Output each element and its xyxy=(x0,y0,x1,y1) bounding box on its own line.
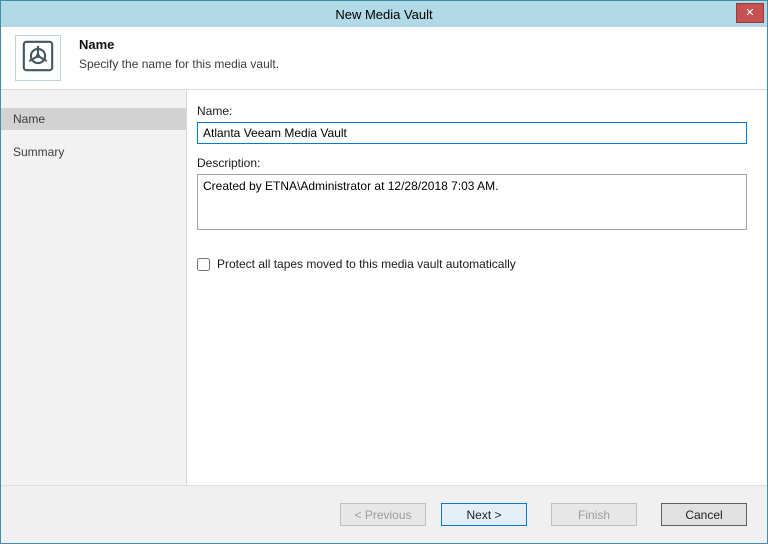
header-text: Name Specify the name for this media vau… xyxy=(79,35,279,71)
next-button[interactable]: Next > xyxy=(441,503,527,526)
sidebar-item-name[interactable]: Name xyxy=(1,108,186,130)
wizard-content: Name: Description: Created by ETNA\Admin… xyxy=(187,90,767,485)
cancel-button[interactable]: Cancel xyxy=(661,503,747,526)
previous-button[interactable]: < Previous xyxy=(340,503,426,526)
wizard-footer: < Previous Next > Finish Cancel xyxy=(1,485,767,543)
description-textarea[interactable]: Created by ETNA\Administrator at 12/28/2… xyxy=(197,174,747,230)
name-label: Name: xyxy=(197,104,747,118)
finish-button[interactable]: Finish xyxy=(551,503,637,526)
wizard-body: Name Summary Name: Description: Created … xyxy=(1,90,767,485)
protect-tapes-row: Protect all tapes moved to this media va… xyxy=(197,257,747,271)
page-title: Name xyxy=(79,37,279,52)
wizard-header: Name Specify the name for this media vau… xyxy=(1,27,767,97)
description-label: Description: xyxy=(197,156,747,170)
close-icon: ✕ xyxy=(745,8,754,19)
close-button[interactable]: ✕ xyxy=(736,3,764,23)
media-vault-icon xyxy=(18,36,58,81)
sidebar-item-summary[interactable]: Summary xyxy=(1,141,186,163)
wizard-steps-sidebar: Name Summary xyxy=(1,90,187,485)
title-bar: New Media Vault ✕ xyxy=(1,1,767,27)
window-title: New Media Vault xyxy=(335,7,432,22)
page-subtitle: Specify the name for this media vault. xyxy=(79,57,279,71)
new-media-vault-window: New Media Vault ✕ Name Specify the name … xyxy=(0,0,768,544)
header-icon-box xyxy=(15,35,61,81)
name-input[interactable] xyxy=(197,122,747,144)
protect-tapes-checkbox[interactable] xyxy=(197,258,210,271)
protect-tapes-label: Protect all tapes moved to this media va… xyxy=(217,257,516,271)
